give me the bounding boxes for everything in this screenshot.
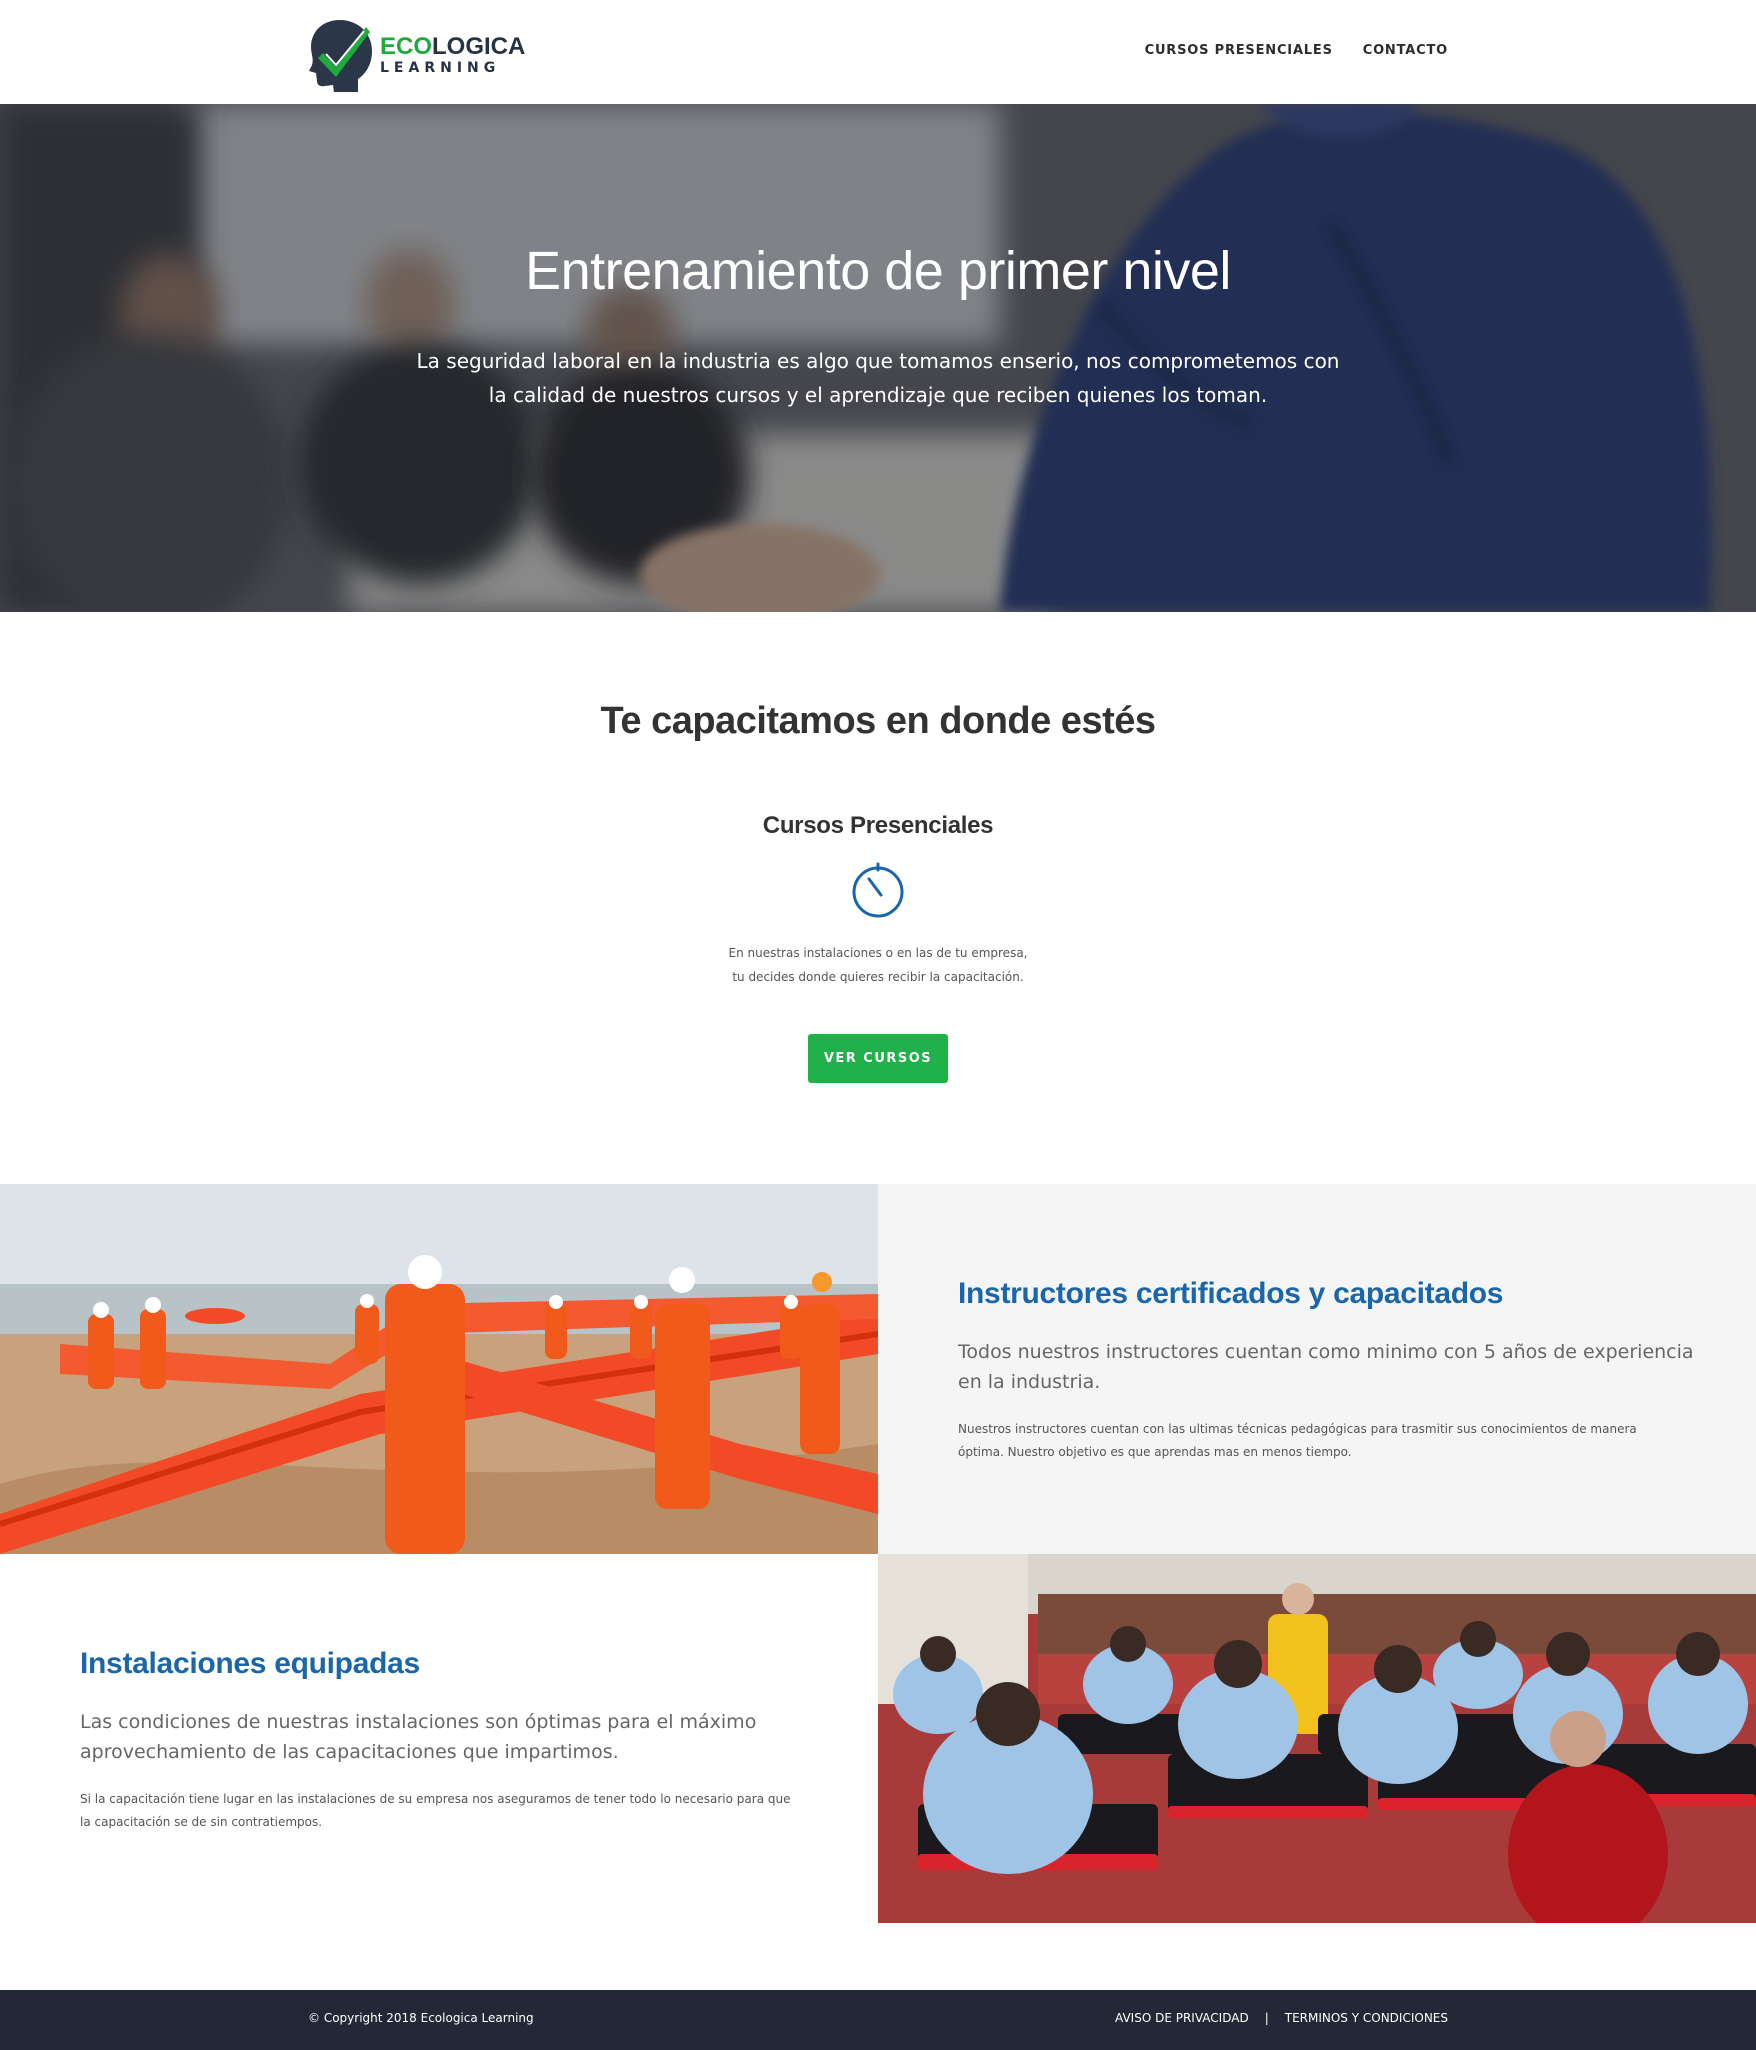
- hero-subtitle: La seguridad laboral en la industria es …: [0, 344, 1756, 412]
- logo-learning: LEARNING: [380, 60, 501, 76]
- facilities-panel: Instalaciones equipadas Las condiciones …: [0, 1554, 878, 1923]
- facilities-lead-line1: Las condiciones de nuestras instalacione…: [80, 1711, 757, 1733]
- instructors-body-line2: óptima. Nuestro objetivo es que aprendas…: [958, 1445, 1352, 1459]
- main-nav: CURSOS PRESENCIALES CONTACTO: [1145, 43, 1448, 58]
- logo-text: ECOLOGICA LEARNING: [380, 33, 526, 77]
- oil-spill-training-image: [0, 1184, 878, 1554]
- nav-cursos-presenciales[interactable]: CURSOS PRESENCIALES: [1145, 43, 1333, 58]
- hero-banner: Entrenamiento de primer nivel La segurid…: [0, 104, 1756, 612]
- logo[interactable]: ECOLOGICA LEARNING: [306, 17, 525, 93]
- facilities-lead-line2: aprovechamiento de las capacitaciones qu…: [80, 1741, 619, 1763]
- instructors-lead-line2: en la industria.: [958, 1371, 1101, 1393]
- site-header: ECOLOGICA LEARNING CURSOS PRESENCIALES C…: [0, 0, 1756, 104]
- instructors-body-line1: Nuestros instructores cuentan con las ul…: [958, 1422, 1637, 1436]
- logo-head-icon: [309, 20, 372, 92]
- facilities-title: Instalaciones equipadas: [80, 1647, 420, 1680]
- ver-cursos-button[interactable]: VER CURSOS: [808, 1034, 948, 1083]
- hero-title: Entrenamiento de primer nivel: [525, 241, 1231, 301]
- instructors-lead: Todos nuestros instructores cuentan como…: [958, 1337, 1694, 1397]
- instructors-title: Instructores certificados y capacitados: [958, 1277, 1504, 1310]
- instructors-panel: Instructores certificados y capacitados …: [878, 1184, 1756, 1554]
- site-footer: © Copyright 2018 Ecologica Learning AVIS…: [0, 1990, 1756, 2050]
- classroom-image: [878, 1554, 1756, 1923]
- facilities-body-line2: la capacitación se de sin contratiempos.: [80, 1815, 323, 1829]
- logo-logica: LOGICA: [432, 33, 526, 60]
- copyright-text: © Copyright 2018 Ecologica Learning: [308, 2011, 534, 2025]
- course-card-text: En nuestras instalaciones o en las de tu…: [0, 941, 1756, 989]
- hero-subtitle-line2: la calidad de nuestros cursos y el apren…: [488, 383, 1268, 407]
- facilities-lead: Las condiciones de nuestras instalacione…: [80, 1707, 756, 1767]
- course-card-text-line2: tu decides donde quieres recibir la capa…: [732, 970, 1024, 984]
- course-card-text-line1: En nuestras instalaciones o en las de tu…: [728, 946, 1028, 960]
- section-title: Te capacitamos en donde estés: [600, 700, 1157, 742]
- logo-eco: ECO: [380, 33, 433, 60]
- terms-link[interactable]: TERMINOS Y CONDICIONES: [1285, 2011, 1448, 2025]
- instructors-lead-line1: Todos nuestros instructores cuentan como…: [958, 1341, 1694, 1363]
- privacy-link[interactable]: AVISO DE PRIVACIDAD: [1115, 2011, 1249, 2025]
- facilities-body: Si la capacitación tiene lugar en las in…: [80, 1788, 790, 1834]
- instructors-body: Nuestros instructores cuentan con las ul…: [958, 1418, 1637, 1464]
- facilities-body-line1: Si la capacitación tiene lugar en las in…: [80, 1792, 791, 1806]
- footer-separator: |: [1264, 2011, 1269, 2025]
- stopwatch-icon: [852, 862, 904, 918]
- hero-subtitle-line1: La seguridad laboral en la industria es …: [416, 349, 1340, 373]
- nav-contacto[interactable]: CONTACTO: [1363, 43, 1448, 58]
- course-card-title: Cursos Presenciales: [762, 812, 994, 839]
- footer-links: AVISO DE PRIVACIDAD | TERMINOS Y CONDICI…: [1115, 2011, 1448, 2025]
